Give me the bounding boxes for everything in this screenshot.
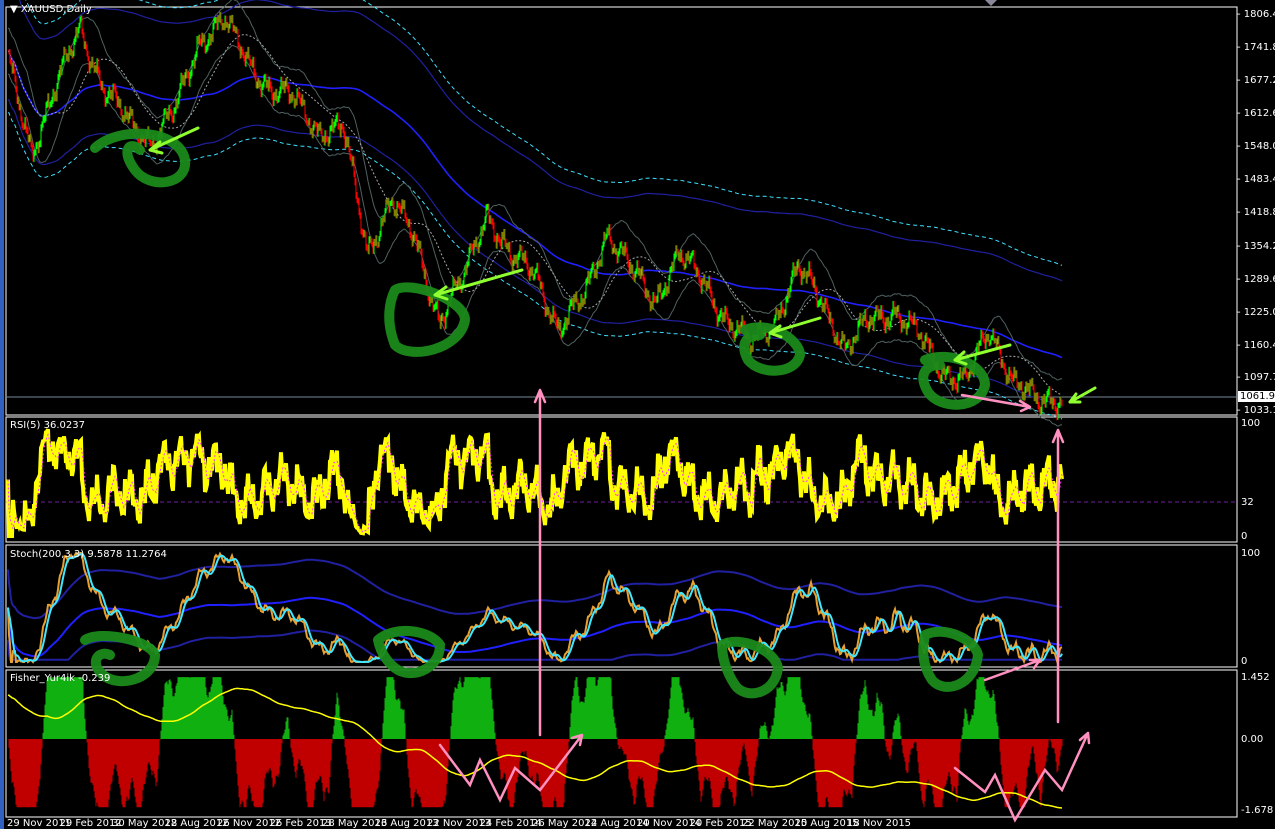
rsi-axis-label: 0 bbox=[1241, 531, 1248, 542]
price-axis-label: - 1160.40 bbox=[1237, 339, 1275, 351]
green-arrow bbox=[1068, 386, 1097, 404]
upper-envelope bbox=[25, 0, 1063, 266]
bollinger-lower bbox=[7, 44, 1063, 427]
fast-ma bbox=[8, 34, 1063, 396]
price-axis-label: - 1548.00 bbox=[1237, 141, 1275, 153]
stoch-upper-band bbox=[7, 558, 1063, 620]
price-axis-label: - 1741.80 bbox=[1237, 42, 1275, 54]
rsi-axis-label: 32 bbox=[1241, 497, 1254, 508]
time-axis-label: 18 Nov 2015 bbox=[847, 818, 912, 829]
rsi-axis-label: 100 bbox=[1241, 418, 1261, 429]
price-axis-label: - 1289.60 bbox=[1237, 273, 1275, 285]
stoch-signal bbox=[7, 553, 1063, 663]
circle-annotation bbox=[384, 282, 471, 357]
rsi-label: RSI(5) 36.0237 bbox=[10, 420, 85, 431]
chart-canvas[interactable] bbox=[0, 0, 1275, 829]
fisher-axis-label: 1.452 bbox=[1241, 672, 1270, 683]
price-axis-label: - 1418.80 bbox=[1237, 207, 1275, 219]
lower-envelope bbox=[7, 112, 1063, 420]
price-axis-label: - 1612.60 bbox=[1237, 108, 1275, 120]
fisher-axis-label: -1.678 bbox=[1241, 805, 1274, 816]
collapse-triangle-icon[interactable]: ▼ bbox=[10, 4, 18, 15]
price-axis-label: - 1354.20 bbox=[1237, 240, 1275, 252]
fisher-label: Fisher_Yur4ik -0.239 bbox=[10, 673, 111, 684]
fisher-axis-label: 0.00 bbox=[1241, 734, 1264, 745]
stoch-label: Stoch(200,3,3) 9.5878 11.2764 bbox=[10, 549, 167, 560]
price-axis-label: - 1097.70 bbox=[1237, 371, 1275, 383]
rsi-line bbox=[6, 428, 1064, 538]
price-axis-label: - 1677.20 bbox=[1237, 75, 1275, 87]
pink-vertical-arrow bbox=[533, 388, 547, 737]
current-price-label: 1061.95 bbox=[1238, 391, 1275, 402]
price-axis-label: - 1806.40 bbox=[1237, 9, 1275, 20]
stoch-axis-label: 100 bbox=[1241, 548, 1261, 559]
moving-average bbox=[8, 50, 1063, 359]
price-axis-label: - 1225.00 bbox=[1237, 306, 1275, 318]
lower-band bbox=[7, 99, 1063, 407]
chart-title: XAUUSD,Daily bbox=[20, 4, 92, 15]
price-axis-label: - 1483.40 bbox=[1237, 174, 1275, 186]
chart-shift-marker[interactable] bbox=[985, 0, 997, 6]
stoch-axis-label: 0 bbox=[1241, 656, 1248, 667]
window-left-border bbox=[0, 0, 4, 829]
stoch-main bbox=[7, 551, 1063, 665]
price-axis-label: - 1033.10 bbox=[1237, 405, 1275, 416]
